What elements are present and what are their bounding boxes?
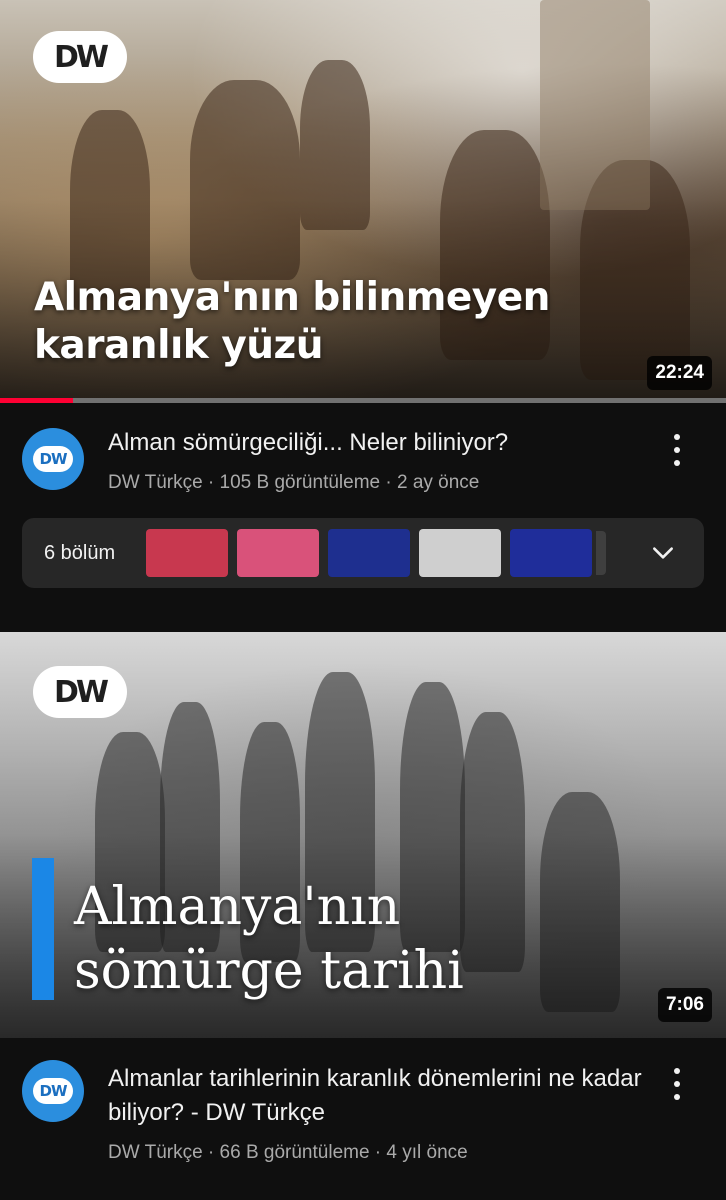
accent-bar	[32, 858, 54, 1000]
video-meta: DW Türkçe · 66 B görüntüleme · 4 yıl önc…	[108, 1142, 468, 1163]
chapters-bar[interactable]: 6 bölüm	[22, 518, 704, 588]
thumbnail-title-line: karanlık yüzü	[34, 323, 323, 368]
dw-logo: DW	[33, 666, 127, 718]
chapter-thumbnail[interactable]	[146, 529, 228, 577]
chapter-thumbnail[interactable]	[419, 529, 501, 577]
chapter-thumbnail[interactable]	[328, 529, 410, 577]
avatar-logo: DW	[33, 1078, 73, 1104]
more-options-icon[interactable]	[664, 1064, 690, 1104]
duration-badge: 7:06	[657, 988, 712, 1022]
video-title[interactable]: Alman sömürgeciliği... Neler biliniyor?	[108, 426, 648, 460]
thumbnail-title-line: Almanya'nın	[74, 877, 401, 937]
chapters-count: 6 bölüm	[44, 542, 116, 564]
chapter-stack-edge	[596, 531, 606, 575]
chapter-thumbnail[interactable]	[510, 529, 592, 577]
thumbnail-title: Almanya'nın bilinmeyen karanlık yüzü	[34, 274, 550, 370]
thumbnail-title-line: sömürge tarihi	[74, 941, 464, 1001]
video-meta: DW Türkçe · 105 B görüntüleme · 2 ay önc…	[108, 472, 480, 493]
duration-badge: 22:24	[647, 356, 712, 390]
channel-avatar[interactable]: DW	[22, 428, 84, 490]
dw-logo: DW	[33, 31, 127, 83]
chevron-down-icon[interactable]	[650, 540, 676, 566]
watch-progress-fill	[0, 398, 73, 403]
video-title[interactable]: Almanlar tarihlerinin karanlık dönemleri…	[108, 1062, 648, 1130]
video-thumbnail-1[interactable]: DW Almanya'nın bilinmeyen karanlık yüzü …	[0, 0, 726, 398]
avatar-logo: DW	[33, 446, 73, 472]
channel-avatar[interactable]: DW	[22, 1060, 84, 1122]
thumbnail-title: Almanya'nın sömürge tarihi	[74, 875, 464, 1003]
thumbnail-title-line: Almanya'nın bilinmeyen	[34, 275, 550, 320]
more-options-icon[interactable]	[664, 430, 690, 470]
chapter-thumbnail[interactable]	[237, 529, 319, 577]
watch-progress-bar	[0, 398, 726, 403]
